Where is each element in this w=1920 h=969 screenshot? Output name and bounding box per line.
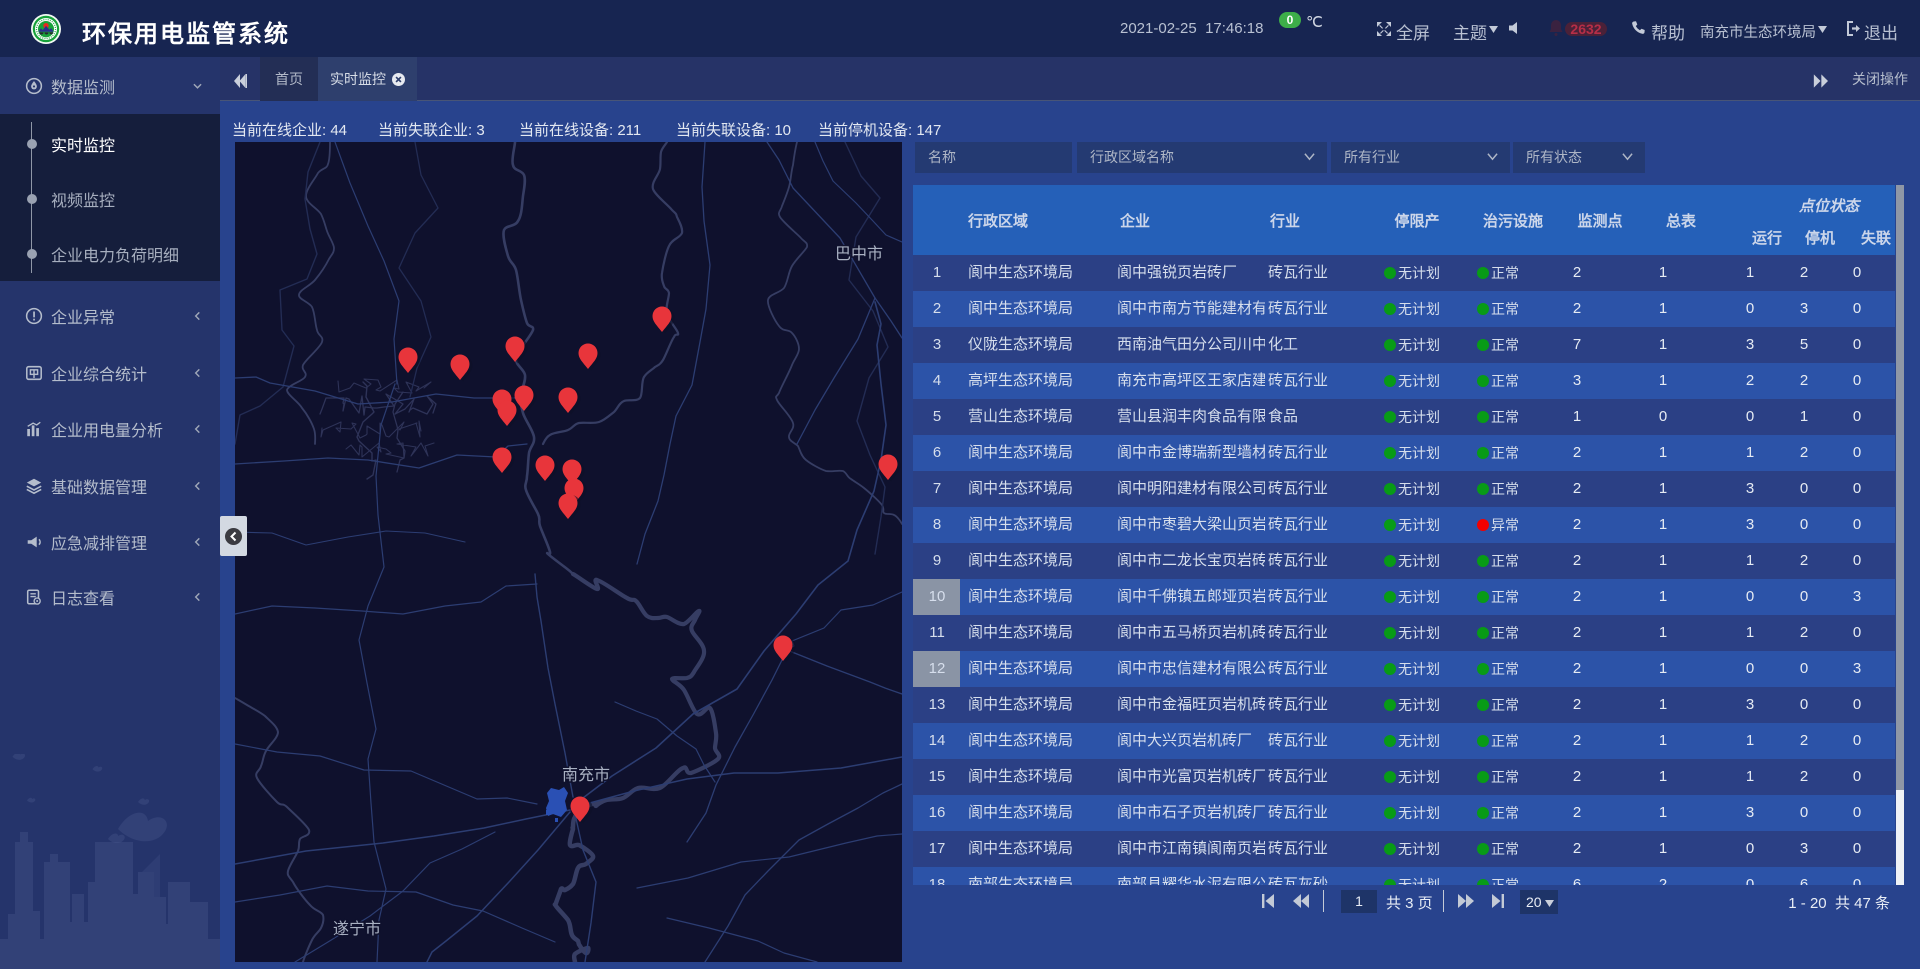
svg-text:遂宁市: 遂宁市 (333, 920, 381, 938)
svg-text:南充市: 南充市 (562, 766, 610, 784)
svg-text:巴中市: 巴中市 (835, 245, 883, 263)
